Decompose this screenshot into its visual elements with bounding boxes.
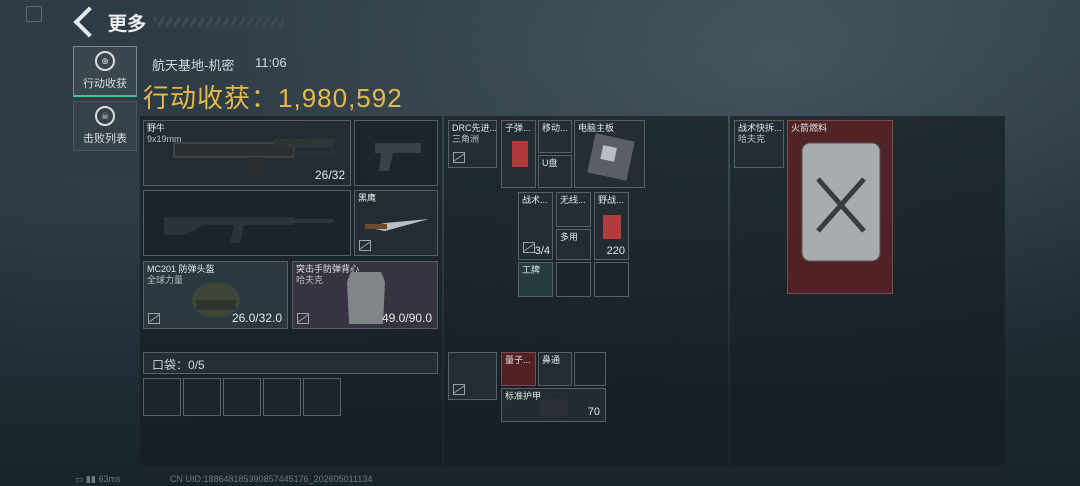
item-multi[interactable]: 多用 (556, 229, 591, 260)
case-item[interactable] (448, 352, 497, 400)
pistol-slot[interactable] (354, 120, 438, 186)
item-usb[interactable]: U盘 (538, 155, 572, 188)
pocket-slot[interactable] (263, 378, 301, 416)
page-title: 更多 (108, 13, 147, 35)
item-tactical[interactable]: 战术... 3/4 (518, 192, 553, 260)
armor-slot[interactable]: 突击手防弹背心 哈夫克 49.0/90.0 (292, 261, 438, 329)
rig-item[interactable]: DRC先进... 三角洲 (448, 120, 497, 168)
pocket-slot[interactable] (223, 378, 261, 416)
pocket-slot[interactable] (183, 378, 221, 416)
jerrycan-icon (801, 142, 881, 262)
title-decoration (154, 17, 285, 27)
back-arrow-icon[interactable] (73, 6, 105, 38)
status-bar: ▭ ▮▮ 63ms (75, 474, 120, 485)
signal-icon: ▮▮ (86, 474, 96, 484)
item-board[interactable]: 电脑主板 (574, 120, 645, 188)
helmet-slot[interactable]: MC201 防弹头盔 全球力量 26.0/32.0 (143, 261, 288, 329)
item-wireless[interactable]: 无线... (556, 192, 591, 227)
item-label: 战术... (522, 195, 548, 205)
item-quantum[interactable]: 量子... (501, 352, 536, 386)
pocket-header: 口袋：0/5 (143, 352, 438, 374)
secondary-weapon-slot[interactable] (143, 190, 351, 256)
item-bullet[interactable]: 子弹... (501, 120, 536, 188)
top-bar: 更多 (70, 6, 285, 38)
no-insure-icon (359, 240, 371, 251)
item-label: 工牌 (522, 265, 541, 275)
item-value: 70 (587, 406, 600, 418)
no-insure-icon (523, 242, 535, 253)
primary-weapon-slot[interactable]: 野牛 9x19mm 26/32 (143, 120, 351, 186)
item-value: 220 (606, 245, 625, 257)
knife-slot[interactable]: 黑鹰 (354, 190, 438, 256)
item-tool[interactable]: 工牌 (518, 262, 553, 297)
item-rocket-fuel[interactable]: 火箭燃料 (787, 120, 893, 294)
ping: 63ms (98, 474, 121, 484)
item-brand: 哈夫克 (738, 134, 766, 144)
user-id: CN UID:188648185390857445176_20260501113… (170, 474, 373, 484)
card-icon (512, 141, 528, 167)
skull-icon: ☠ (95, 106, 115, 126)
item-label: 鼻通 (542, 355, 561, 365)
pocket-slot[interactable] (303, 378, 341, 416)
armor-durability: 49.0/90.0 (381, 311, 432, 325)
pocket-count: 0/5 (188, 358, 205, 372)
tab-kills[interactable]: ☠ 击败列表 (73, 101, 137, 151)
empty-slot[interactable] (556, 262, 591, 297)
empty-slot[interactable] (594, 262, 629, 297)
rifle-icon (164, 217, 334, 243)
battery-icon: ▭ (75, 474, 84, 484)
item-label: 战术快拆... (738, 123, 782, 133)
tab-loot[interactable]: ⊕ 行动收获 (73, 46, 137, 97)
pistol-icon (375, 143, 421, 171)
item-label: 无线... (560, 195, 586, 205)
rig-item-name: DRC先进... (452, 123, 498, 133)
bag-item[interactable]: 战术快拆... 哈夫克 (734, 120, 784, 168)
motherboard-icon (587, 133, 635, 181)
item-armor-plate[interactable]: 标准护甲 70 (501, 388, 606, 422)
helmet-durability: 26.0/32.0 (231, 311, 282, 325)
corner-frame (26, 6, 42, 22)
rig-item-brand: 三角洲 (452, 134, 480, 144)
item-label: 多用 (560, 232, 579, 242)
no-insure-icon (297, 313, 309, 324)
no-insure-icon (148, 313, 160, 324)
loot-total-value: 1,980,592 (278, 83, 403, 113)
loot-total: 行动收获：1,980,592 (143, 78, 403, 115)
item-label: U盘 (542, 158, 558, 168)
tab-kills-label: 击败列表 (83, 133, 127, 145)
item-label: 移动... (542, 123, 568, 133)
time: 11:06 (255, 55, 287, 70)
loot-total-label: 行动收获： (143, 83, 279, 113)
target-icon: ⊕ (95, 51, 115, 71)
location: 航天基地-机密 (152, 58, 235, 73)
item-label: 量子... (505, 355, 531, 365)
no-insure-icon (453, 384, 465, 395)
item-move[interactable]: 移动... (538, 120, 572, 153)
item-count: 3/4 (534, 245, 550, 257)
pocket-slot[interactable] (143, 378, 181, 416)
item-field[interactable]: 野战... 220 (594, 192, 629, 260)
pocket-label: 口袋： (152, 358, 189, 372)
tab-loot-label: 行动收获 (83, 78, 127, 90)
weapon-ammo-count: 26/32 (314, 168, 345, 182)
empty-slot[interactable] (574, 352, 606, 386)
item-express[interactable]: 鼻通 (538, 352, 572, 386)
no-insure-icon (453, 152, 465, 163)
